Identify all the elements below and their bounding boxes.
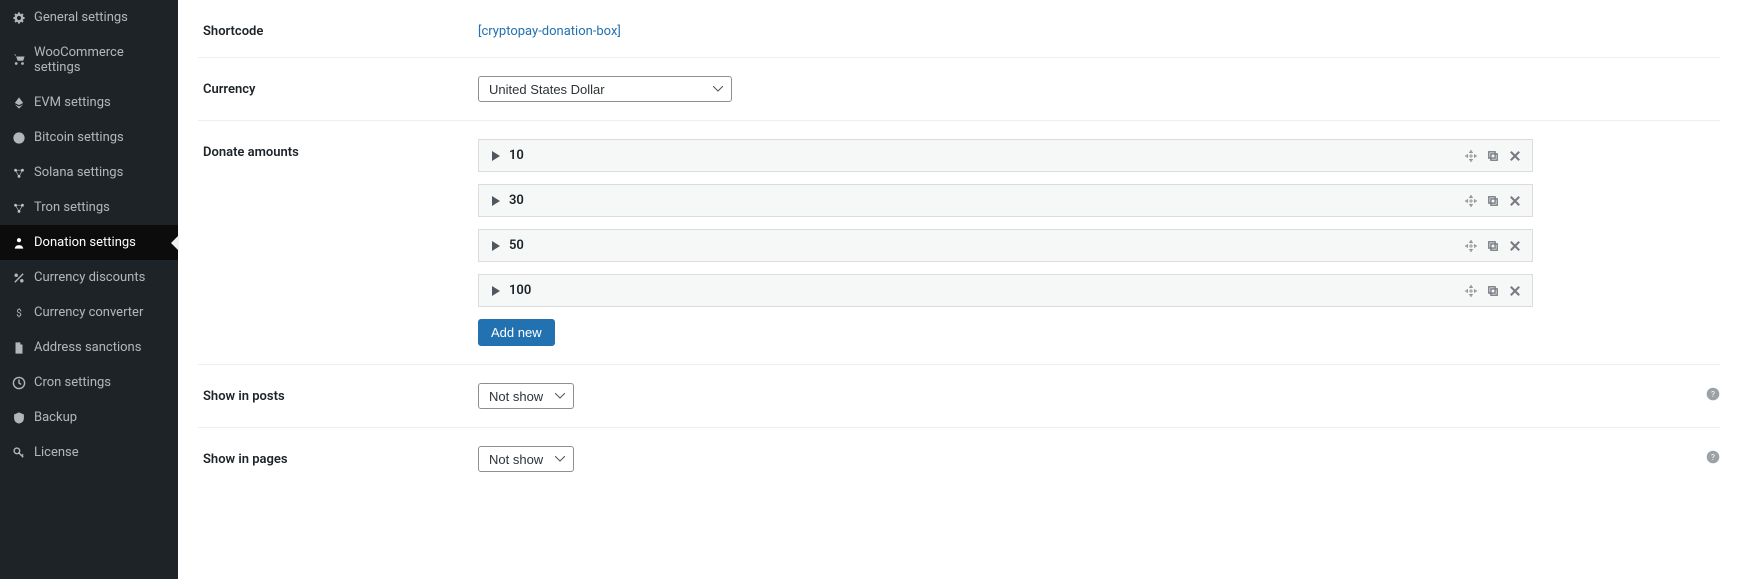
chevron-right-icon[interactable] (489, 239, 503, 253)
percent-icon (12, 271, 26, 285)
sidebar-item-evm[interactable]: EVM settings (0, 85, 178, 120)
amount-row[interactable]: 50 (478, 229, 1533, 262)
amount-value: 10 (509, 148, 524, 163)
sidebar-item-solana[interactable]: Solana settings (0, 155, 178, 190)
donation-icon (12, 236, 26, 250)
gear-icon (12, 11, 26, 25)
network-icon (12, 201, 26, 215)
amount-list: 10 30 (478, 139, 1533, 307)
sidebar-item-label: Tron settings (34, 200, 110, 215)
key-icon (12, 446, 26, 460)
sidebar-item-converter[interactable]: $ Currency converter (0, 295, 178, 330)
sidebar-item-label: Currency discounts (34, 270, 145, 285)
sidebar-item-label: Backup (34, 410, 77, 425)
shortcode-label: Shortcode (198, 18, 478, 39)
amount-value: 30 (509, 193, 524, 208)
bitcoin-icon (12, 131, 26, 145)
copy-icon[interactable] (1486, 194, 1500, 208)
sidebar-item-label: Bitcoin settings (34, 130, 124, 145)
donate-amounts-row: Donate amounts 10 30 (198, 121, 1720, 365)
currency-row: Currency United States Dollar (198, 58, 1720, 121)
move-icon[interactable] (1464, 239, 1478, 253)
amount-row[interactable]: 30 (478, 184, 1533, 217)
move-icon[interactable] (1464, 149, 1478, 163)
sidebar-item-sanctions[interactable]: Address sanctions (0, 330, 178, 365)
close-icon[interactable] (1508, 239, 1522, 253)
sidebar-item-license[interactable]: License (0, 435, 178, 470)
chevron-right-icon[interactable] (489, 194, 503, 208)
move-icon[interactable] (1464, 194, 1478, 208)
amount-value: 100 (509, 283, 531, 298)
close-icon[interactable] (1508, 284, 1522, 298)
sidebar-item-label: General settings (34, 10, 128, 25)
dollar-icon: $ (12, 306, 26, 320)
sidebar-item-backup[interactable]: Backup (0, 400, 178, 435)
clock-icon (12, 376, 26, 390)
sidebar-item-cron[interactable]: Cron settings (0, 365, 178, 400)
shortcode-value: [cryptopay-donation-box] (478, 18, 1720, 39)
network-icon (12, 166, 26, 180)
amount-row[interactable]: 100 (478, 274, 1533, 307)
close-icon[interactable] (1508, 149, 1522, 163)
show-in-pages-row: Show in pages Not show ? (198, 428, 1720, 490)
copy-icon[interactable] (1486, 149, 1500, 163)
add-new-button[interactable]: Add new (478, 319, 555, 346)
svg-text:?: ? (1711, 390, 1715, 400)
sidebar-item-woocommerce[interactable]: WooCommerce settings (0, 35, 178, 85)
amount-value: 50 (509, 238, 524, 253)
sidebar-item-label: License (34, 445, 79, 460)
help-icon[interactable]: ? (1706, 387, 1720, 401)
settings-sidebar: General settings WooCommerce settings EV… (0, 0, 178, 579)
sidebar-item-label: EVM settings (34, 95, 111, 110)
amount-row[interactable]: 10 (478, 139, 1533, 172)
sidebar-item-label: Currency converter (34, 305, 143, 320)
sidebar-item-general[interactable]: General settings (0, 0, 178, 35)
sidebar-item-discounts[interactable]: Currency discounts (0, 260, 178, 295)
main-content: Shortcode [cryptopay-donation-box] Curre… (178, 0, 1740, 579)
sidebar-item-label: WooCommerce settings (34, 45, 166, 75)
svg-text:?: ? (1711, 453, 1715, 463)
svg-text:$: $ (16, 308, 22, 319)
donate-amounts-label: Donate amounts (198, 139, 478, 346)
shield-icon (12, 411, 26, 425)
currency-label: Currency (198, 76, 478, 102)
show-in-posts-row: Show in posts Not show ? (198, 365, 1720, 428)
file-icon (12, 341, 26, 355)
eth-icon (12, 96, 26, 110)
sidebar-item-donation[interactable]: Donation settings (0, 225, 178, 260)
show-in-posts-select[interactable]: Not show (478, 383, 574, 409)
sidebar-item-tron[interactable]: Tron settings (0, 190, 178, 225)
help-icon[interactable]: ? (1706, 450, 1720, 464)
currency-select[interactable]: United States Dollar (478, 76, 732, 102)
copy-icon[interactable] (1486, 284, 1500, 298)
sidebar-item-bitcoin[interactable]: Bitcoin settings (0, 120, 178, 155)
cart-icon (12, 53, 26, 67)
copy-icon[interactable] (1486, 239, 1500, 253)
show-in-pages-select[interactable]: Not show (478, 446, 574, 472)
shortcode-row: Shortcode [cryptopay-donation-box] (198, 0, 1720, 58)
chevron-right-icon[interactable] (489, 284, 503, 298)
sidebar-item-label: Donation settings (34, 235, 136, 250)
sidebar-item-label: Address sanctions (34, 340, 141, 355)
show-in-pages-label: Show in pages (198, 446, 478, 472)
move-icon[interactable] (1464, 284, 1478, 298)
sidebar-item-label: Solana settings (34, 165, 123, 180)
close-icon[interactable] (1508, 194, 1522, 208)
chevron-right-icon[interactable] (489, 149, 503, 163)
show-in-posts-label: Show in posts (198, 383, 478, 409)
sidebar-item-label: Cron settings (34, 375, 111, 390)
